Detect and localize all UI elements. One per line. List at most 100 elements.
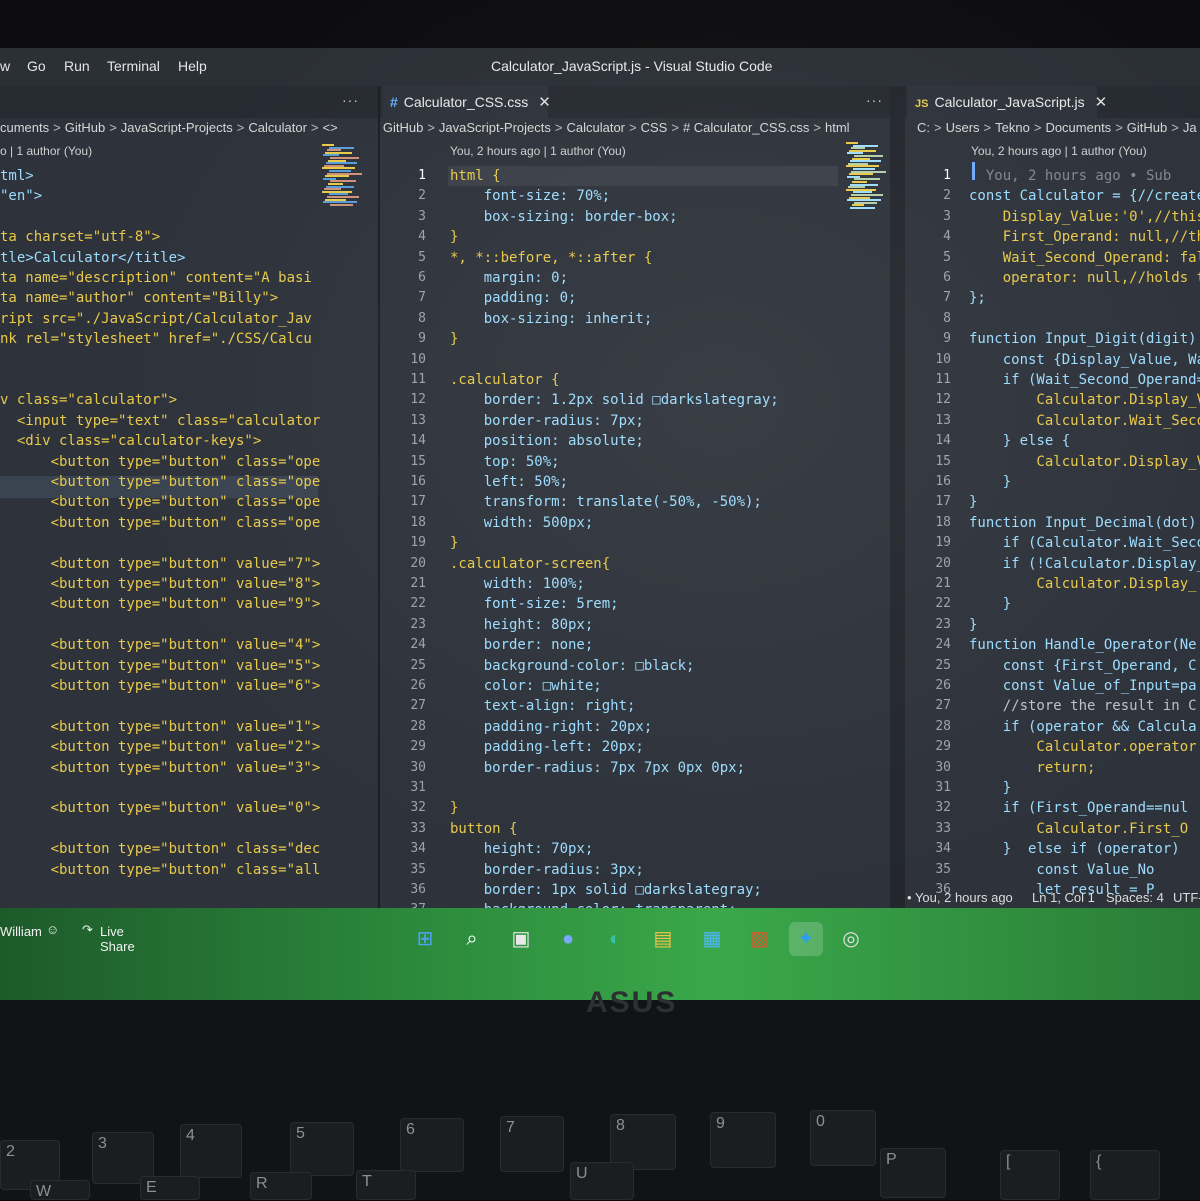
code-line[interactable]: 14 } else { (905, 431, 1200, 451)
code-line[interactable]: <div class="calculator-keys"> (0, 431, 378, 451)
code-line[interactable]: 3 Display_Value:'0',//this (905, 207, 1200, 227)
code-area[interactable]: tml> "en"> ta charset="utf-8"> tle>Calculat… (0, 166, 378, 908)
codelens-blame[interactable]: o | 1 author (You) (0, 144, 92, 158)
code-line[interactable]: tml> (0, 166, 378, 186)
code-line[interactable]: 21 Calculator.Display_ (905, 574, 1200, 594)
code-line[interactable]: ript src="./JavaScript/Calculator_Jav (0, 309, 378, 329)
windows-start-icon[interactable]: ⊞ (408, 922, 442, 956)
menu-item-go[interactable]: Go (27, 58, 46, 74)
code-line[interactable]: 27 text-align: right; (380, 696, 890, 716)
code-line[interactable]: 4 First_Operand: null,//thi (905, 227, 1200, 247)
keyboard-key[interactable]: 9 (710, 1112, 776, 1168)
code-line[interactable]: 8 (905, 309, 1200, 329)
code-line[interactable]: 6 operator: null,//holds th (905, 268, 1200, 288)
keyboard-key[interactable]: W (30, 1180, 90, 1200)
menu-item-help[interactable]: Help (178, 58, 207, 74)
store-icon[interactable]: ▦ (695, 922, 729, 956)
vscode-icon[interactable]: ✦ (789, 922, 823, 956)
code-area[interactable]: 1 html {2 font-size: 70%; 3 box-sizing: bo… (380, 166, 890, 908)
code-line[interactable]: 35 const Value_No (905, 860, 1200, 880)
breadcrumb-item[interactable]: Calculator (566, 120, 625, 135)
status-indentation[interactable]: Spaces: 4 (1106, 890, 1164, 905)
code-line[interactable] (0, 778, 378, 798)
code-line[interactable]: 5 Wait_Second_Operand: fals (905, 248, 1200, 268)
code-line[interactable]: <button type="button" class="ope (0, 492, 378, 512)
code-line[interactable] (0, 370, 378, 390)
code-line[interactable]: 14 position: absolute; (380, 431, 890, 451)
code-line[interactable]: <button type="button" value="9"> (0, 594, 378, 614)
breadcrumb-item[interactable]: # Calculator_CSS.css (683, 120, 809, 135)
code-line[interactable]: 9 function Input_Digit(digit) (905, 329, 1200, 349)
task-view-icon[interactable]: ▣ (504, 922, 538, 956)
code-line[interactable]: ta name="author" content="Billy"> (0, 288, 378, 308)
code-line[interactable] (0, 350, 378, 370)
keyboard-key[interactable]: 6 (400, 1118, 464, 1172)
code-line[interactable]: 29 padding-left: 20px; (380, 737, 890, 757)
code-line[interactable]: tle>Calculator</title> (0, 248, 378, 268)
code-line[interactable]: 7 padding: 0; (380, 288, 890, 308)
code-line[interactable]: 6 margin: 0; (380, 268, 890, 288)
live-share-button[interactable]: Live Share (100, 924, 135, 954)
keyboard-key[interactable]: [ (1000, 1150, 1060, 1200)
close-icon[interactable]: ✕ (1095, 94, 1108, 111)
tab-calculator-javascript[interactable]: JS Calculator_JavaScript.js ✕ (907, 86, 1107, 118)
code-line[interactable] (0, 615, 378, 635)
breadcrumb-item[interactable]: JavaScript-Projects (121, 120, 233, 135)
breadcrumb-item[interactable]: CSS (641, 120, 668, 135)
status-encoding[interactable]: UTF- (1173, 890, 1200, 905)
code-line[interactable]: 30 return; (905, 758, 1200, 778)
code-line[interactable]: <button type="button" value="7"> (0, 554, 378, 574)
code-line[interactable]: 23 height: 80px; (380, 615, 890, 635)
file-explorer-icon[interactable]: ▤ (646, 922, 680, 956)
code-line[interactable]: 18 function Input_Decimal(dot) (905, 513, 1200, 533)
menu-item-run[interactable]: Run (64, 58, 90, 74)
code-line[interactable]: 30 border-radius: 7px 7px 0px 0px; (380, 758, 890, 778)
code-line[interactable]: 19} (380, 533, 890, 553)
breadcrumb-item[interactable]: GitHub (1127, 120, 1167, 135)
code-line[interactable]: 34 height: 70px; (380, 839, 890, 859)
code-line[interactable]: 1 html { (380, 166, 890, 186)
code-line[interactable]: 2 const Calculator = {//creates (905, 186, 1200, 206)
code-line[interactable]: 13 border-radius: 7px; (380, 411, 890, 431)
code-line[interactable]: 31 (380, 778, 890, 798)
code-line[interactable]: 20 .calculator-screen{ (380, 554, 890, 574)
menu-item-window[interactable]: w (0, 58, 10, 74)
code-line[interactable] (0, 696, 378, 716)
code-line[interactable]: 32} (380, 798, 890, 818)
breadcrumb-item[interactable]: html (825, 120, 850, 135)
code-line[interactable]: 23} (905, 615, 1200, 635)
status-account[interactable]: William (0, 924, 42, 939)
code-line[interactable]: <button type="button" value="6"> (0, 676, 378, 696)
code-line[interactable]: 27 //store the result in C (905, 696, 1200, 716)
breadcrumb-item[interactable]: Ja (1183, 120, 1197, 135)
code-line[interactable] (0, 533, 378, 553)
breadcrumb-item[interactable]: C: (917, 120, 930, 135)
code-line[interactable]: 17 transform: translate(-50%, -50%); (380, 492, 890, 512)
code-line[interactable]: <button type="button" value="8"> (0, 574, 378, 594)
tab-calculator-css[interactable]: # Calculator_CSS.css ✕ (382, 86, 551, 118)
code-line[interactable]: 16 } (905, 472, 1200, 492)
code-line[interactable]: 15 Calculator.Display_V (905, 452, 1200, 472)
edge-icon[interactable]: ◐ (598, 922, 632, 956)
code-line[interactable]: <button type="button" value="2"> (0, 737, 378, 757)
code-line[interactable]: <button type="button" class="dec (0, 839, 378, 859)
code-line[interactable]: 17} (905, 492, 1200, 512)
code-line[interactable]: 7}; (905, 288, 1200, 308)
office-icon[interactable]: ▨ (742, 922, 776, 956)
code-line[interactable] (0, 819, 378, 839)
code-line[interactable]: 25 background-color: □black; (380, 656, 890, 676)
code-line[interactable]: ta charset="utf-8"> (0, 227, 378, 247)
breadcrumb-item[interactable]: GitHub (65, 120, 105, 135)
code-line[interactable]: ta name="description" content="A basi (0, 268, 378, 288)
code-line[interactable]: 33 button { (380, 819, 890, 839)
code-line[interactable]: 13 Calculator.Wait_Seco (905, 411, 1200, 431)
code-line[interactable]: 4} (380, 227, 890, 247)
code-line[interactable]: <button type="button" value="1"> (0, 717, 378, 737)
code-line[interactable]: v class="calculator"> (0, 390, 378, 410)
keyboard-key[interactable]: U (570, 1162, 634, 1200)
code-line[interactable]: 1 You, 2 hours ago • Sub (905, 166, 1200, 186)
pane-divider[interactable] (890, 86, 905, 908)
chat-icon[interactable]: ● (551, 922, 585, 956)
code-line[interactable]: 28 if (operator && Calcula (905, 717, 1200, 737)
breadcrumb-item[interactable]: Documents (1045, 120, 1111, 135)
